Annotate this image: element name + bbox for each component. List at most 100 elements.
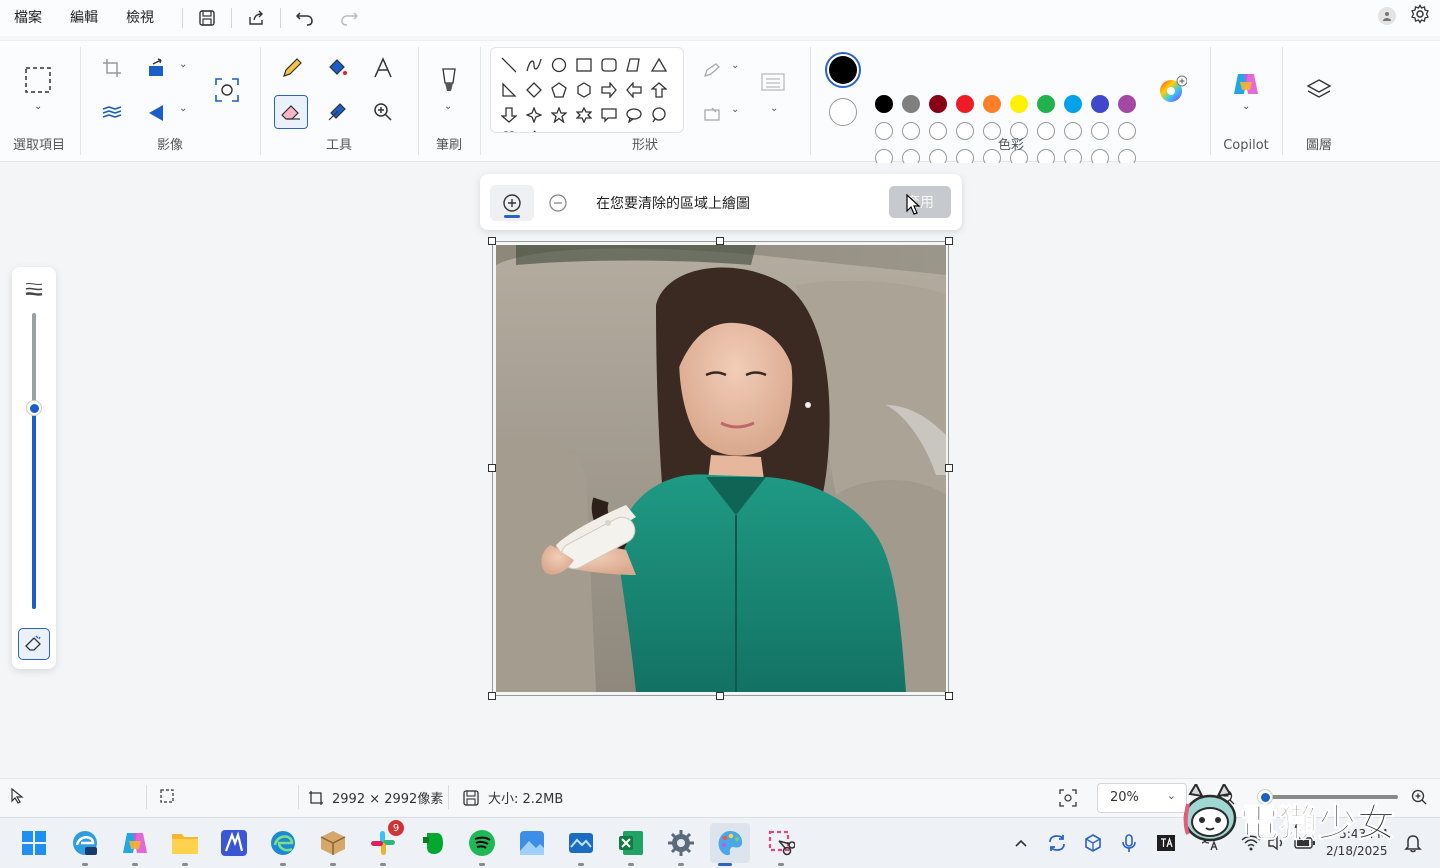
photo-illustration [496,245,946,692]
crop-button[interactable] [95,51,129,85]
brush-size-fill [32,408,36,609]
running-indicator [132,863,138,866]
slack-button[interactable]: 9 [368,820,404,866]
image-creator-button[interactable] [210,73,244,107]
weather-app-button[interactable] [566,828,596,866]
menu-divider [182,8,183,28]
snipping-tool-button[interactable] [766,828,796,866]
excel-button[interactable] [616,828,646,866]
layers-group: 圖層 [1284,41,1354,161]
chevron-down-icon[interactable]: ⌄ [1242,101,1250,112]
resize-handle-ne[interactable] [945,237,953,245]
erase-mode-toggle[interactable] [18,628,50,660]
menu-bar: 檔案 編輯 檢視 [0,0,1440,36]
resize-handle-sw[interactable] [488,692,496,700]
photos-icon [520,831,544,855]
resize-handle-w[interactable] [488,464,496,472]
share-icon[interactable] [240,2,272,34]
copilot-app-button[interactable] [120,828,150,866]
ime-tray-button[interactable] [1155,832,1177,854]
ribbon-divider [1210,47,1211,155]
copilot-button[interactable] [1229,67,1263,101]
cursor-position [10,788,24,804]
redo-icon[interactable] [333,2,365,34]
flip-button[interactable] [141,96,175,130]
running-indicator [778,863,784,866]
zoom-in-icon [1411,789,1427,805]
tools-group-label: 工具 [325,138,352,153]
edge-dev-button[interactable] [70,828,100,866]
watermark-text: 電獺少女 [1239,801,1397,846]
brushes-group-label: 筆刷 [435,138,462,153]
file-explorer-icon [172,834,198,854]
pencil-button[interactable] [275,51,309,85]
paint-app-button[interactable] [710,823,750,866]
brush-size-thumb[interactable] [26,400,42,416]
chevron-down-icon[interactable]: ⌄ [179,59,187,70]
spotify-button[interactable] [467,828,497,866]
snipping-tool-icon [768,830,795,856]
vpn-tray-button[interactable] [1082,832,1104,854]
running-indicator [678,863,684,866]
package-icon [320,831,346,855]
evernote-icon [423,833,443,854]
chevron-down-icon[interactable]: ⌄ [34,101,42,112]
evernote-button[interactable] [418,828,448,858]
paint-icon [718,831,743,856]
layers-button[interactable] [1302,73,1336,107]
photos-button[interactable] [517,828,547,858]
settings-gear-icon[interactable] [1410,4,1430,28]
sync-tray-button[interactable] [1046,832,1068,854]
tools-group: 工具 [262,41,416,161]
running-indicator [628,863,634,866]
background-removal-button[interactable] [95,96,129,130]
notification-badge: 9 [388,820,404,836]
resize-button[interactable] [141,51,175,85]
menu-view[interactable]: 檢視 [112,1,168,35]
text-button[interactable] [366,51,400,85]
zoom-in-button[interactable] [1410,788,1428,806]
pen-app-button[interactable] [219,828,249,858]
zoom-level-select[interactable]: 20% ⌄ [1097,783,1187,813]
edge-button[interactable] [268,828,298,866]
package-app-button[interactable] [318,828,348,866]
weather-app-icon [569,833,593,853]
brush-button[interactable] [432,63,466,97]
file-size-text: 大小: 2.2MB [488,792,564,807]
status-divider [298,785,299,809]
selection-group-label: 選取項目 [12,138,65,153]
resize-handle-e[interactable] [945,464,953,472]
running-indicator [280,863,286,866]
fit-to-window-button[interactable] [1058,788,1078,808]
menu-edit[interactable]: 編輯 [56,1,112,35]
file-explorer-button[interactable] [170,828,200,866]
resize-handle-s[interactable] [716,692,724,700]
settings-app-button[interactable] [666,828,696,866]
select-rectangle-button[interactable] [21,63,55,97]
account-icon[interactable] [1378,7,1396,25]
eraser-button[interactable] [274,95,308,129]
disk-icon [463,789,479,806]
vpn-icon [1085,834,1101,852]
add-area-button[interactable] [490,185,534,221]
microphone-tray-button[interactable] [1118,832,1140,854]
fill-button[interactable] [320,51,354,85]
resize-handle-n[interactable] [716,237,724,245]
excel-icon [619,831,643,855]
status-divider [448,785,449,809]
save-icon[interactable] [191,2,223,34]
canvas-photo[interactable] [496,245,946,692]
magnifier-button[interactable] [366,95,400,129]
undo-icon[interactable] [289,2,321,34]
show-hidden-icons-button[interactable] [1010,832,1032,854]
running-indicator [578,863,584,866]
chevron-down-icon[interactable]: ⌄ [179,103,187,114]
resize-handle-se[interactable] [945,692,953,700]
resize-handle-nw[interactable] [488,237,496,245]
menu-file[interactable]: 檔案 [0,1,56,35]
chevron-down-icon[interactable]: ⌄ [444,101,452,112]
start-button[interactable] [19,828,49,858]
color-picker-button[interactable] [320,95,354,129]
generative-erase-toolbar: 在您要清除的區域上繪圖 套用 [480,174,962,230]
remove-area-button[interactable] [536,185,580,221]
